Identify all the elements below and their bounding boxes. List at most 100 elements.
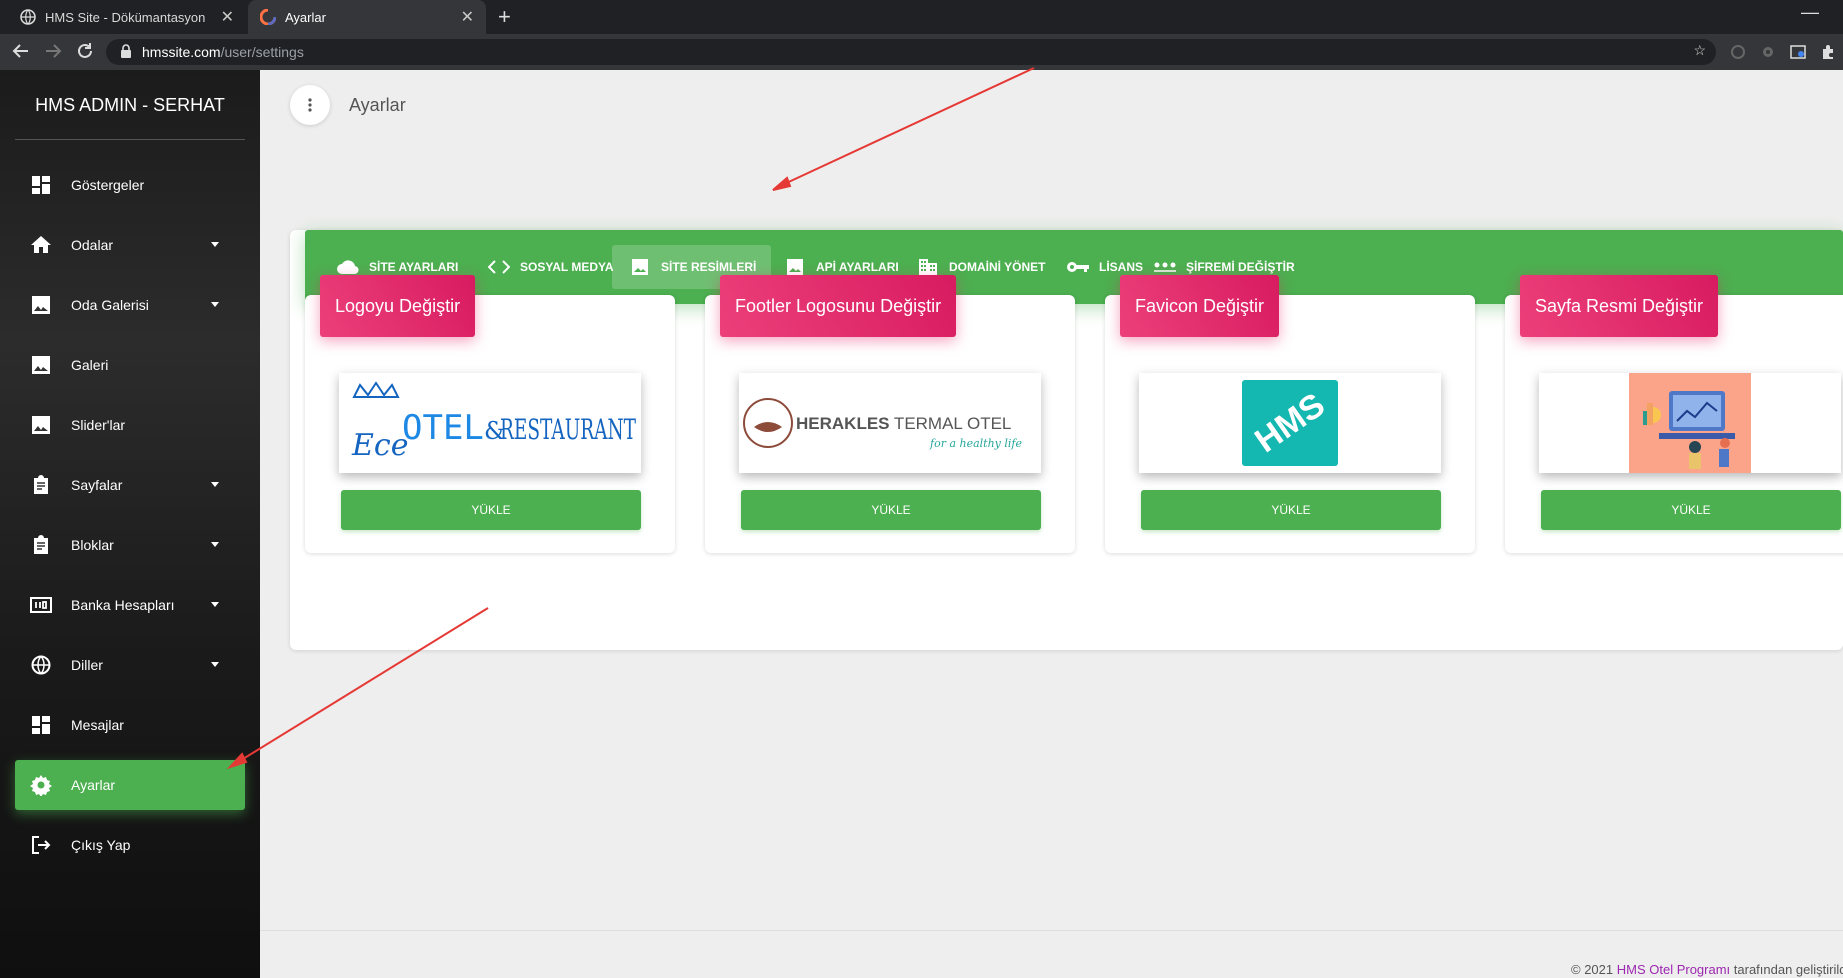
image-icon <box>627 257 653 277</box>
bank-counter-icon <box>29 593 53 617</box>
logout-icon <box>29 833 53 857</box>
upload-button[interactable]: YÜKLE <box>1541 490 1841 530</box>
sidebar-item-sayfalar[interactable]: Sayfalar <box>15 460 245 510</box>
new-tab-button[interactable]: + <box>498 4 511 30</box>
card-title: Favicon Değiştir <box>1120 275 1280 337</box>
chevron-down-icon <box>211 542 219 547</box>
sidebar-item-label: Slider'lar <box>71 417 126 433</box>
url-path: /user/settings <box>220 44 304 60</box>
page-image-preview <box>1539 373 1841 473</box>
address-bar[interactable]: hmssite.com/user/settings ☆ <box>106 39 1716 65</box>
favicon-preview-image: HMS <box>1139 373 1441 473</box>
dashboard-icon <box>29 713 53 737</box>
browser-tab-settings[interactable]: Ayarlar ✕ <box>248 0 486 34</box>
browser-tab-docs[interactable]: HMS Site - Dökümantasyon ✕ <box>8 0 246 34</box>
brand-divider <box>15 139 245 140</box>
footer-suffix: tarafından geliştirildi <box>1730 962 1843 977</box>
forward-arrow-icon[interactable] <box>44 42 62 65</box>
sidebar-item-odalar[interactable]: Odalar <box>15 220 245 270</box>
clipboard-icon <box>29 533 53 557</box>
sidebar-item-gostergeler[interactable]: Göstergeler <box>15 160 245 210</box>
sidebar-item-cikis-yap[interactable]: Çıkış Yap <box>15 820 245 870</box>
gear-icon <box>29 773 53 797</box>
back-arrow-icon[interactable] <box>12 42 30 65</box>
image-icon <box>29 293 53 317</box>
sidebar-item-banka-hesaplari[interactable]: Banka Hesapları <box>15 580 245 630</box>
clipboard-icon <box>29 473 53 497</box>
sidebar-brand[interactable]: HMS ADMIN - SERHAT <box>0 70 260 140</box>
tab-close-icon[interactable]: ✕ <box>221 7 234 27</box>
upload-button[interactable]: YÜKLE <box>341 490 641 530</box>
image-icon <box>29 413 53 437</box>
logo-tagline: for a healthy life <box>929 437 1022 450</box>
image-icon <box>782 257 808 277</box>
sidebar-item-diller[interactable]: Diller <box>15 640 245 690</box>
sidebar-item-bloklar[interactable]: Bloklar <box>15 520 245 570</box>
footer-copyright: © 2021 HMS Otel Programı tarafından geli… <box>1571 962 1843 977</box>
footer-logo-preview-image: HERAKLES TERMAL OTEL for a healthy life <box>739 373 1041 473</box>
home-icon <box>29 233 53 257</box>
sidebar-item-label: Göstergeler <box>71 177 145 193</box>
logo-rest-text: TERMAL OTEL <box>890 414 1012 433</box>
logo-preview-image: Ece OTEL & RESTAURANT <box>339 373 641 473</box>
chevron-down-icon <box>211 302 219 307</box>
building-icon <box>915 257 941 277</box>
sidebar-item-label: Mesajlar <box>71 717 124 733</box>
footer-prefix: © 2021 <box>1571 962 1617 977</box>
tab-label: SOSYAL MEDYA <box>520 260 614 274</box>
sidebar-item-label: Sayfalar <box>71 477 123 493</box>
sidebar-menu: Göstergeler Odalar Oda Galerisi Galeri S… <box>15 160 245 880</box>
logo-main-text: HERAKLES <box>796 414 890 433</box>
tab-close-icon[interactable]: ✕ <box>461 7 474 27</box>
key-icon <box>1065 257 1091 277</box>
logo-word-restaurant: RESTAURANT <box>500 413 636 446</box>
sidebar-item-label: Galeri <box>71 357 109 373</box>
sidebar: HMS ADMIN - SERHAT Göstergeler Odalar Od… <box>0 70 260 978</box>
url-host: hmssite.com <box>142 44 221 60</box>
chevron-down-icon <box>211 662 219 667</box>
chevron-down-icon <box>211 242 219 247</box>
chevron-down-icon <box>211 602 219 607</box>
extension-sync-icon[interactable] <box>1730 44 1746 60</box>
sidebar-item-ayarlar[interactable]: Ayarlar <box>15 760 245 810</box>
reload-icon[interactable] <box>76 42 94 65</box>
more-vertical-icon <box>308 98 312 112</box>
extension-window-icon[interactable] <box>1790 44 1806 60</box>
dashboard-icon <box>29 173 53 197</box>
main-content: Ayarlar SİTE AYARLARI SOSYAL MEDYA SİTE … <box>260 70 1843 978</box>
tab-label: SİTE AYARLARI <box>369 260 459 274</box>
browser-tab-bar: HMS Site - Dökümantasyon ✕ Ayarlar ✕ + — <box>0 0 1843 34</box>
sidebar-item-label: Oda Galerisi <box>71 297 149 313</box>
sidebar-toggle-button[interactable] <box>290 85 330 125</box>
tab-label: DOMAİNİ YÖNET <box>949 260 1046 274</box>
footer-link[interactable]: HMS Otel Programı <box>1617 962 1730 977</box>
sidebar-item-label: Bloklar <box>71 537 114 553</box>
tab-label: ŞİFREMİ DEĞİŞTİR <box>1186 260 1295 274</box>
sidebar-item-mesajlar[interactable]: Mesajlar <box>15 700 245 750</box>
sidebar-item-label: Banka Hesapları <box>71 597 175 613</box>
image-card-favicon: Favicon Değiştir HMS YÜKLE <box>1105 275 1475 553</box>
upload-button[interactable]: YÜKLE <box>1141 490 1441 530</box>
chevron-down-icon <box>211 482 219 487</box>
sidebar-item-sliderlar[interactable]: Slider'lar <box>15 400 245 450</box>
sidebar-item-oda-galerisi[interactable]: Oda Galerisi <box>15 280 245 330</box>
sidebar-item-label: Odalar <box>71 237 114 253</box>
bookmark-star-icon[interactable]: ☆ <box>1693 42 1706 59</box>
page-title: Ayarlar <box>349 95 406 115</box>
window-minimize-icon[interactable]: — <box>1801 2 1819 23</box>
sidebar-item-label: Çıkış Yap <box>71 837 131 853</box>
code-icon <box>486 257 512 277</box>
tab-sosyal-medya[interactable]: SOSYAL MEDYA <box>471 245 629 289</box>
sidebar-item-label: Ayarlar <box>71 777 116 793</box>
extension-gear-icon[interactable] <box>1760 44 1776 60</box>
logo-word-otel: OTEL <box>402 408 484 448</box>
tab-title: HMS Site - Dökümantasyon <box>45 9 206 25</box>
extensions-puzzle-icon[interactable] <box>1820 44 1836 60</box>
sidebar-item-label: Diller <box>71 657 103 673</box>
globe-icon <box>20 9 36 25</box>
sidebar-item-galeri[interactable]: Galeri <box>15 340 245 390</box>
cloud-icon <box>335 257 361 277</box>
logo-script-text: Ece <box>351 428 408 463</box>
image-card-logo: Logoyu Değiştir Ece OTEL & RESTAURANT YÜ… <box>305 275 675 553</box>
upload-button[interactable]: YÜKLE <box>741 490 1041 530</box>
